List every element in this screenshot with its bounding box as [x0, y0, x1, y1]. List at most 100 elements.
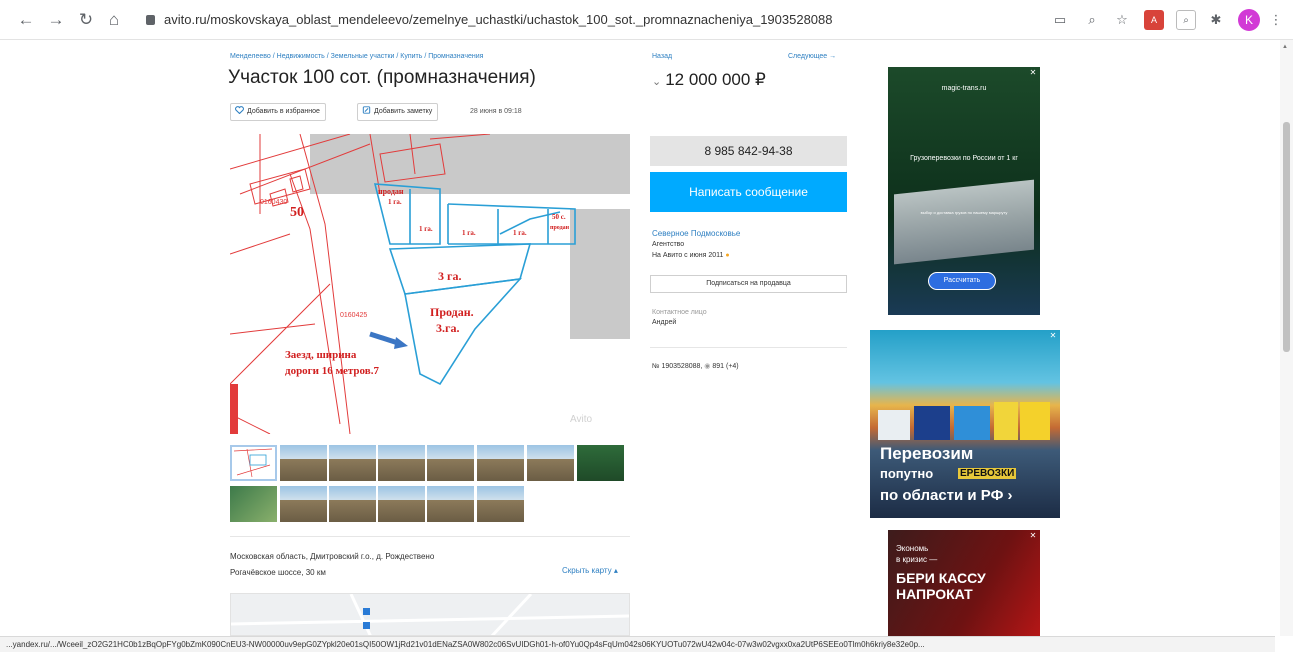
map-label-sold-1ha-a: продан — [378, 187, 404, 196]
lock-icon — [146, 15, 155, 25]
map-label-1ha-3: 1 га. — [513, 229, 527, 237]
back-link[interactable]: Назад — [652, 53, 672, 60]
breadcrumb[interactable]: Менделеево / Недвижимость / Земельные уч… — [230, 53, 483, 60]
reload-icon[interactable]: ↻ — [76, 10, 96, 30]
map-label-sold-3ha-b: 3.га. — [436, 321, 459, 335]
zoom-icon[interactable]: ⌕ — [1082, 10, 1102, 30]
close-icon[interactable]: ✕ — [1049, 332, 1057, 340]
truck-image — [894, 179, 1034, 265]
map-label-entrance-a: Заезд, ширина — [285, 349, 357, 361]
ad-banner-transport[interactable]: ✕ Перевозим попутно ЕРЕВОЗКИ по области … — [870, 330, 1060, 518]
map-label-sold-50-b: продан — [550, 225, 570, 231]
trucks-image — [878, 402, 1050, 442]
ad1-site: magic-trans.ru — [941, 85, 987, 92]
thumbnail[interactable] — [230, 486, 277, 522]
location-map[interactable] — [230, 593, 630, 636]
seller-type: Агентство — [652, 241, 685, 248]
thumbnail[interactable] — [378, 445, 425, 481]
address-line-1: Московская область, Дмитровский г.о., д.… — [230, 552, 435, 561]
map-label-1ha-1: 1 га. — [419, 225, 433, 233]
ad2-line2: попутно — [880, 466, 934, 481]
puzzle-icon[interactable]: ✱ — [1206, 10, 1226, 30]
contact-name: Андрей — [652, 319, 677, 326]
thumbnail[interactable] — [329, 445, 376, 481]
page-title: Участок 100 сот. (промназначения) — [228, 67, 536, 88]
write-message-button[interactable]: Написать сообщение — [650, 172, 847, 212]
thumbnail[interactable] — [280, 445, 327, 481]
ad2-line1: Перевозим — [880, 444, 974, 463]
thumbnail[interactable] — [230, 445, 277, 481]
chevron-down-icon[interactable]: ⌄ — [652, 76, 661, 88]
forward-arrow-icon[interactable]: → — [46, 10, 66, 30]
back-arrow-icon[interactable]: ← — [16, 10, 36, 30]
browser-toolbar: ← → ↻ ⌂ avito.ru/moskovskaya_oblast_mend… — [0, 0, 1293, 40]
close-icon[interactable]: ✕ — [1029, 532, 1037, 540]
map-marker-icon[interactable] — [363, 608, 370, 615]
address-url: avito.ru/moskovskaya_oblast_mendeleevo/z… — [164, 12, 833, 27]
ad3-big2: НАПРОКАТ — [896, 586, 973, 602]
map-label-entrance-b: дороги 16 метров.7 — [285, 365, 379, 377]
star-icon[interactable]: ☆ — [1112, 10, 1132, 30]
thumbnail[interactable] — [427, 486, 474, 522]
extension-icon[interactable]: ⌕ — [1176, 10, 1196, 30]
section-divider — [230, 536, 630, 537]
add-note-label: Добавить заметку — [374, 108, 433, 115]
thumbnail[interactable] — [577, 445, 624, 481]
seller-since-text: На Авито с июня 2011 — [652, 252, 724, 259]
ad1-button[interactable]: Рассчитать — [928, 272, 996, 290]
badge-icon: ● — [725, 252, 730, 259]
ad2-overlay-text: ЕРЕВОЗКИ — [958, 468, 1017, 479]
map-label-3ha: 3 га. — [438, 269, 461, 283]
scroll-up-icon[interactable]: ▲ — [1282, 44, 1288, 50]
ad-banner-cargo[interactable]: ✕ magic-trans.ru Грузоперевозки по Росси… — [888, 67, 1040, 315]
map-label-cad-left: 0160430 — [260, 199, 287, 206]
map-label-sold-3ha-a: Продан. — [430, 305, 474, 319]
thumbnail[interactable] — [280, 486, 327, 522]
main-photo[interactable]: 50 продан 1 га. 1 га. 1 га. 1 га. 50 с. … — [230, 134, 630, 434]
ad1-text: Грузоперевозки по России от 1 кг — [910, 155, 1018, 162]
ad-number: № 1903528088, — [652, 363, 703, 370]
profile-avatar[interactable]: K — [1238, 9, 1260, 31]
scroll-thumb[interactable] — [1283, 122, 1290, 352]
subscribe-seller-button[interactable]: Подписаться на продавца — [650, 275, 847, 293]
thumbnail[interactable] — [477, 486, 524, 522]
thumbnail[interactable] — [329, 486, 376, 522]
hide-map-link[interactable]: Скрыть карту ▴ — [562, 566, 618, 575]
home-icon[interactable]: ⌂ — [104, 10, 124, 30]
ad1-sub: выбор и доставка грузов по нашему маршру… — [920, 210, 1008, 215]
note-icon — [362, 106, 371, 114]
tab-icon[interactable]: ▭ — [1050, 10, 1070, 30]
eye-icon: ◉ — [704, 363, 711, 370]
contact-label: Контактное лицо — [652, 309, 707, 316]
next-label: Следующее — [788, 53, 828, 60]
thumbnail[interactable] — [427, 445, 474, 481]
heart-icon — [235, 106, 244, 114]
status-bar-url: ...yandex.ru/.../Wceeil_zO2G21HC0b1zBqOp… — [0, 636, 1275, 652]
close-icon[interactable]: ✕ — [1029, 69, 1037, 77]
add-favorite-button[interactable]: Добавить в избранное — [230, 103, 326, 121]
add-note-button[interactable]: Добавить заметку — [357, 103, 439, 121]
cadastral-map-image: 50 продан 1 га. 1 га. 1 га. 1 га. 50 с. … — [230, 134, 630, 434]
thumbnail[interactable] — [527, 445, 574, 481]
sidebar-divider — [650, 347, 847, 348]
hide-map-label: Скрыть карту — [562, 566, 612, 575]
map-marker-icon[interactable] — [363, 622, 370, 629]
seller-since: На Авито с июня 2011 ● — [652, 252, 730, 259]
map-label-50: 50 — [290, 205, 304, 220]
address-bar[interactable]: avito.ru/moskovskaya_oblast_mendeleevo/z… — [146, 8, 836, 32]
map-label-sold-50-a: 50 с. — [552, 213, 566, 221]
address-line-2: Рогачёвское шоссе, 30 км — [230, 568, 326, 577]
pdf-extension-icon[interactable]: A — [1144, 10, 1164, 30]
ad-banner-cash-register[interactable]: ✕ Экономь в кризис — БЕРИ КАССУ НАПРОКАТ — [888, 530, 1040, 636]
thumbnail[interactable] — [477, 445, 524, 481]
page-scrollbar[interactable]: ▲ — [1280, 40, 1293, 636]
phone-button[interactable]: 8 985 842-94-38 — [650, 136, 847, 166]
next-link[interactable]: Следующее → — [788, 53, 836, 60]
ad3-small1: Экономь — [896, 544, 929, 553]
map-label-sold-1ha-b: 1 га. — [388, 198, 402, 206]
ad3-small2: в кризис — — [896, 555, 938, 564]
menu-dots-icon[interactable]: ⋮ — [1266, 10, 1286, 30]
seller-name-link[interactable]: Северное Подмосковье — [652, 229, 740, 238]
ad2-line3: по области и РФ › — [880, 487, 1013, 504]
thumbnail[interactable] — [378, 486, 425, 522]
